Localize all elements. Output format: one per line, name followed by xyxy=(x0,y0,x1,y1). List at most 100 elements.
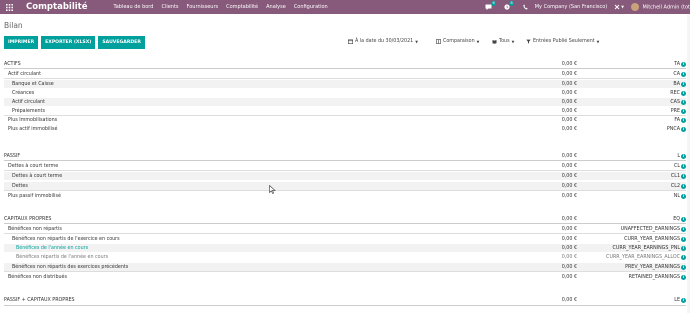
comparison-filter-label: Comparaison xyxy=(443,39,475,44)
divider xyxy=(4,78,686,79)
report-line[interactable]: Banque et Caisse 0,00 € BA i xyxy=(4,80,686,88)
line-value: 0,00 € xyxy=(561,117,577,123)
info-icon[interactable]: i xyxy=(681,71,686,77)
systray: 6 8 My Company (San Francisco) ▼ Mitchel… xyxy=(485,0,690,14)
report-line[interactable]: Bénéfices non distribués 0,00 € RETAINED… xyxy=(4,273,686,281)
report-line[interactable]: Dettes à court terme 0,00 € CL i xyxy=(4,162,686,170)
caret-down-icon: ▼ xyxy=(476,39,480,44)
menu-item-accounting[interactable]: Comptabilité xyxy=(226,4,258,10)
menu-item-dashboard[interactable]: Tableau de bord xyxy=(113,4,153,10)
info-icon[interactable]: i xyxy=(681,193,686,199)
line-code: PREV_YEAR_EARNINGS xyxy=(625,264,680,270)
info-icon[interactable]: i xyxy=(681,297,686,303)
line-label: Dettes à court terme xyxy=(8,163,59,169)
line-value: 0,00 € xyxy=(561,108,577,114)
line-label: Banque et Caisse xyxy=(12,81,54,87)
report-line[interactable]: Plus passif immobilisé 0,00 € NL i xyxy=(4,192,686,200)
info-icon[interactable]: i xyxy=(681,99,686,105)
report-line[interactable]: Créances 0,00 € REC i xyxy=(4,89,686,97)
report-line[interactable]: Actif circulant 0,00 € CA i xyxy=(4,70,686,78)
date-filter-label: À la date du 30/03/2021 xyxy=(355,39,414,44)
mouse-cursor-icon xyxy=(269,185,276,194)
info-icon[interactable]: i xyxy=(681,254,686,260)
filter-icon xyxy=(526,39,531,44)
app-title[interactable]: Comptabilité xyxy=(26,2,87,12)
info-icon[interactable]: i xyxy=(681,173,686,179)
divider xyxy=(4,271,686,272)
breadcrumb: Bilan xyxy=(4,21,23,30)
comparison-filter[interactable]: Comparaison ▼ xyxy=(436,39,479,44)
info-icon[interactable]: i xyxy=(681,264,686,270)
caret-down-icon: ▼ xyxy=(415,39,418,44)
report-actions: IMPRIMER EXPORTER (XLSX) SAUVEGARDER xyxy=(4,36,145,49)
report-line[interactable]: PASSIF 0,00 € L i xyxy=(4,152,686,160)
menu-item-customers[interactable]: Clients xyxy=(161,4,178,10)
info-icon[interactable]: i xyxy=(681,117,686,123)
user-menu[interactable]: Mitchell Admin (tot xyxy=(630,3,690,11)
report-line[interactable]: Bénéfices de l'année en cours 0,00 € CUR… xyxy=(4,244,686,252)
apps-menu-icon[interactable] xyxy=(2,0,16,14)
journals-filter-label: Tous xyxy=(499,39,510,44)
line-label-link[interactable]: Bénéfices de l'année en cours xyxy=(16,246,88,251)
line-label: Créances xyxy=(12,90,35,96)
line-code: LE xyxy=(674,297,680,303)
report-line[interactable]: Prépaiements 0,00 € PRE i xyxy=(4,107,686,115)
print-button[interactable]: IMPRIMER xyxy=(4,36,39,49)
report-line[interactable]: CAPITAUX PROPRES 0,00 € EQ i xyxy=(4,215,686,223)
line-value: 0,00 € xyxy=(561,274,577,280)
info-icon[interactable]: i xyxy=(681,163,686,169)
report-line[interactable]: Dettes à court terme 0,00 € CL1 i xyxy=(4,172,686,180)
chat-count-badge: 6 xyxy=(491,1,496,6)
info-icon[interactable]: i xyxy=(681,126,686,132)
line-value: 0,00 € xyxy=(561,193,577,199)
journals-filter[interactable]: Tous ▼ xyxy=(492,39,514,44)
info-icon[interactable]: i xyxy=(681,245,686,251)
line-value: 0,00 € xyxy=(561,245,577,251)
line-code: CL2 xyxy=(670,183,680,189)
menu-item-reporting[interactable]: Analyse xyxy=(266,4,286,10)
info-icon[interactable]: i xyxy=(681,81,686,87)
menu-item-configuration[interactable]: Configuration xyxy=(294,4,328,10)
report-line[interactable]: Plus Immobilisations 0,00 € FA i xyxy=(4,116,686,124)
user-name: Mitchell Admin (tot xyxy=(642,4,690,11)
phone-icon[interactable] xyxy=(523,4,528,10)
report-line[interactable]: Actif circulant 0,00 € CAS i xyxy=(4,98,686,106)
line-label: Actif circulant xyxy=(8,71,41,77)
debug-tools-icon[interactable]: ▼ xyxy=(614,4,624,10)
info-icon[interactable]: i xyxy=(681,183,686,189)
line-code: BA xyxy=(673,81,680,87)
info-icon[interactable]: i xyxy=(681,216,686,222)
menu-item-vendors[interactable]: Fournisseurs xyxy=(187,4,219,10)
chat-icon[interactable]: 6 xyxy=(485,1,496,10)
line-label: Actif circulant xyxy=(12,99,45,105)
info-icon[interactable]: i xyxy=(681,108,686,114)
info-icon[interactable]: i xyxy=(681,274,686,280)
info-icon[interactable]: i xyxy=(681,236,686,242)
line-code: EQ xyxy=(673,216,680,222)
line-code: CL1 xyxy=(670,173,680,179)
report-line[interactable]: Bénéfices non répartis des exercices pré… xyxy=(4,263,686,271)
report-line[interactable]: Bénéfices non répartis 0,00 € UNAFFECTED… xyxy=(4,225,686,233)
report-line[interactable]: Bénéfices non répartis de l'exercice en … xyxy=(4,235,686,243)
export-xlsx-button[interactable]: EXPORTER (XLSX) xyxy=(41,36,96,49)
report-line[interactable]: Dettes 0,00 € CL2 i xyxy=(4,182,686,190)
report-line[interactable]: PASSIF + CAPITAUX PROPRES 0,00 € LE i xyxy=(4,296,686,304)
divider xyxy=(4,68,686,69)
line-value: 0,00 € xyxy=(561,183,577,189)
line-label: CAPITAUX PROPRES xyxy=(4,216,52,222)
company-switcher[interactable]: My Company (San Francisco) xyxy=(535,4,608,10)
save-button[interactable]: SAUVEGARDER xyxy=(98,36,145,49)
activity-count-badge: 8 xyxy=(509,1,514,6)
line-label: PASSIF + CAPITAUX PROPRES xyxy=(4,297,75,303)
info-icon[interactable]: i xyxy=(681,61,686,67)
report-line[interactable]: Bénéfices répartis de l'année en cours 0… xyxy=(4,253,686,261)
report-line[interactable]: ACTIFS 0,00 € TA i xyxy=(4,60,686,68)
activity-icon[interactable]: 8 xyxy=(504,1,514,10)
date-filter[interactable]: À la date du 30/03/2021 ▼ xyxy=(348,39,418,44)
report-line[interactable]: Plus actif immobilisé 0,00 € PNCA i xyxy=(4,125,686,133)
info-icon[interactable]: i xyxy=(681,226,686,232)
info-icon[interactable]: i xyxy=(681,90,686,96)
line-value: 0,00 € xyxy=(561,126,577,132)
entries-filter[interactable]: Entrées Publié Seulement ▼ xyxy=(526,39,599,44)
info-icon[interactable]: i xyxy=(681,153,686,159)
